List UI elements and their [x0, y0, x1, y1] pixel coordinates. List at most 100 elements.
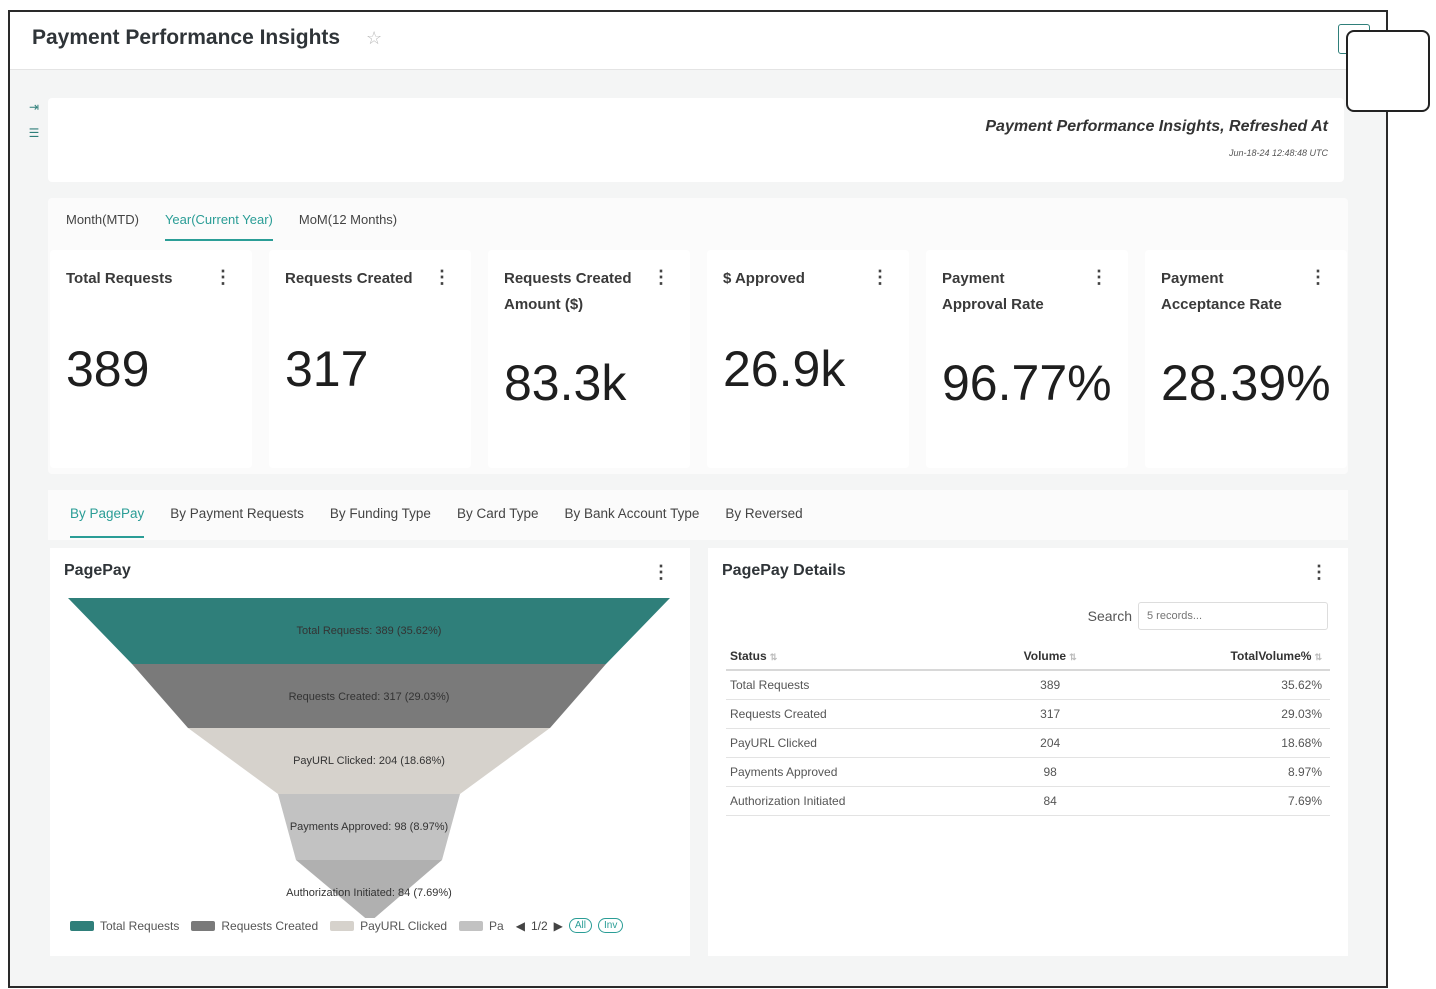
- kpi-label: Requests Created: [285, 270, 413, 287]
- column-header-label: TotalVolume%: [1230, 648, 1312, 663]
- kpi-label: $ Approved: [723, 270, 805, 287]
- cell-status: PayURL Clicked: [726, 728, 992, 758]
- cell-total-volume: 7.69%: [1109, 786, 1330, 816]
- cell-volume: 317: [991, 699, 1110, 729]
- kpi-value: 28.39%: [1161, 355, 1331, 411]
- kpi-card-requests-created: Requests Created ⋮ 317: [269, 250, 471, 468]
- details-table: Status ⇅ Volume ⇅ TotalVolume% ⇅ Total Requ…: [726, 642, 1330, 816]
- table-row[interactable]: Requests Created 317 29.03%: [726, 699, 1330, 729]
- column-header-label: Volume: [1023, 648, 1067, 663]
- column-header-total-volume[interactable]: TotalVolume% ⇅: [1109, 642, 1330, 671]
- cell-volume: 98: [991, 757, 1110, 787]
- tab-by-payment-requests[interactable]: By Payment Requests: [170, 506, 304, 538]
- chevron-left-icon[interactable]: ◀: [516, 919, 525, 933]
- details-title: PagePay Details: [722, 562, 846, 579]
- period-tabs: Month(MTD) Year(Current Year) MoM(12 Mon…: [66, 212, 397, 241]
- legend-label: Total Requests: [100, 918, 180, 933]
- search-label: Search: [1087, 608, 1132, 624]
- search-input[interactable]: [1138, 602, 1328, 630]
- legend-item-requests-created[interactable]: Requests Created: [191, 919, 318, 933]
- kebab-menu-icon[interactable]: ⋮: [871, 268, 889, 286]
- legend-all-button[interactable]: All: [568, 918, 593, 933]
- funnel-panel: PagePay ⋮ Total Requests: 389 (35.62%) R…: [50, 548, 690, 956]
- legend-pagination: ◀ 1/2 ▶ All Inv: [516, 918, 624, 933]
- kpi-label: Payment Approval Rate: [942, 270, 1044, 313]
- legend-item-total-requests[interactable]: Total Requests: [70, 919, 179, 933]
- table-header-row: Status ⇅ Volume ⇅ TotalVolume% ⇅: [726, 642, 1330, 671]
- legend-label: Pa: [489, 918, 504, 933]
- page-title: Payment Performance Insights: [32, 26, 341, 49]
- kpi-section: Month(MTD) Year(Current Year) MoM(12 Mon…: [48, 198, 1348, 474]
- details-panel: PagePay Details ⋮ Search Status⇅ Volume⇅…: [708, 548, 1348, 956]
- kebab-menu-icon[interactable]: ⋮: [433, 268, 451, 286]
- funnel-legend: Total Requests Requests Created PayURL C…: [70, 918, 624, 933]
- tab-by-pagepay[interactable]: By PagePay: [70, 506, 145, 538]
- kpi-value: 83.3k: [504, 355, 627, 411]
- funnel-label-requests-created: Requests Created: 317 (29.03%): [289, 691, 450, 703]
- sort-icon[interactable]: ⇅: [1314, 652, 1322, 662]
- sort-icon[interactable]: ⇅: [1069, 652, 1077, 662]
- column-header-volume[interactable]: Volume ⇅: [991, 642, 1110, 671]
- kpi-card-dollar-approved: $ Approved ⋮ 26.9k: [707, 250, 909, 468]
- kebab-menu-icon[interactable]: ⋮: [1309, 268, 1327, 286]
- table-row[interactable]: Authorization Initiated 84 7.69%: [726, 786, 1330, 816]
- legend-invert-button[interactable]: Inv: [598, 918, 624, 933]
- kebab-menu-icon[interactable]: ⋮: [214, 268, 232, 286]
- kebab-menu-icon[interactable]: ⋮: [652, 268, 670, 286]
- search-row: Search: [1088, 602, 1328, 630]
- kpi-value: 96.77%: [942, 355, 1112, 411]
- filter-icon[interactable]: ☰: [24, 126, 44, 140]
- collapse-panel-icon[interactable]: ⇥: [24, 100, 44, 114]
- dashboard-window: Payment Performance Insights ☆ → ⇥ ☰ Pay…: [8, 10, 1388, 988]
- kpi-card-payment-approval-rate: Payment Approval Rate ⋮ 96.77%: [926, 250, 1128, 468]
- cell-total-volume: 35.62%: [1109, 670, 1330, 700]
- chevron-right-icon[interactable]: ▶: [554, 919, 563, 933]
- tab-by-card-type[interactable]: By Card Type: [457, 506, 539, 538]
- kebab-menu-icon[interactable]: ⋮: [652, 562, 670, 583]
- legend-swatch: [191, 920, 216, 931]
- star-icon[interactable]: ☆: [366, 28, 382, 49]
- column-header-status[interactable]: Status ⇅: [726, 642, 992, 671]
- tab-mom-12-months[interactable]: MoM(12 Months): [299, 212, 397, 241]
- kpi-label: Payment Acceptance Rate: [1161, 270, 1282, 313]
- kebab-menu-icon[interactable]: ⋮: [1090, 268, 1108, 286]
- sort-icon[interactable]: ⇅: [770, 652, 778, 662]
- legend-label: PayURL Clicked: [360, 918, 448, 933]
- cell-total-volume: 29.03%: [1109, 699, 1330, 729]
- cell-total-volume: 8.97%: [1109, 757, 1330, 787]
- cell-volume: 204: [991, 728, 1110, 758]
- cell-status: Authorization Initiated: [726, 786, 992, 816]
- kebab-menu-icon[interactable]: ⋮: [1310, 562, 1328, 583]
- tab-by-reversed[interactable]: By Reversed: [725, 506, 802, 538]
- tab-by-bank-account-type[interactable]: By Bank Account Type: [565, 506, 700, 538]
- table-row[interactable]: Payments Approved 98 8.97%: [726, 757, 1330, 787]
- cell-status: Total Requests: [726, 670, 992, 700]
- funnel-label-payurl-clicked: PayURL Clicked: 204 (18.68%): [293, 755, 445, 767]
- funnel-title: PagePay: [64, 562, 131, 579]
- cell-status: Payments Approved: [726, 757, 992, 787]
- header-bar: Payment Performance Insights ☆ →: [10, 12, 1386, 70]
- tab-month-mtd[interactable]: Month(MTD): [66, 212, 139, 241]
- funnel-label-authorization-initiated: Authorization Initiated: 84 (7.69%): [286, 887, 452, 899]
- overlay-box: [1346, 30, 1430, 112]
- table-row[interactable]: Total Requests 389 35.62%: [726, 670, 1330, 700]
- legend-item-payurl-clicked[interactable]: PayURL Clicked: [330, 919, 447, 933]
- legend-label: Requests Created: [221, 918, 319, 933]
- kpi-label: Requests Created Amount ($): [504, 270, 632, 313]
- tab-year-current[interactable]: Year(Current Year): [164, 212, 273, 241]
- detail-tabs: By PagePay By Payment Requests By Fundin…: [48, 490, 1348, 540]
- cell-total-volume: 18.68%: [1109, 728, 1330, 758]
- refresh-timestamp: Jun-18-24 12:48:48 UTC: [1228, 148, 1328, 158]
- side-toolbar: ⇥ ☰: [24, 100, 44, 152]
- table-row[interactable]: PayURL Clicked 204 18.68%: [726, 728, 1330, 758]
- refresh-panel: Payment Performance Insights, Refreshed …: [48, 98, 1344, 182]
- kpi-value: 26.9k: [723, 341, 846, 397]
- kpi-value: 389: [66, 341, 150, 397]
- kpi-card-payment-acceptance-rate: Payment Acceptance Rate ⋮ 28.39%: [1145, 250, 1347, 468]
- legend-swatch: [330, 920, 355, 931]
- legend-item-payments-approved[interactable]: Pa: [459, 919, 504, 933]
- detail-section: By PagePay By Payment Requests By Fundin…: [48, 490, 1348, 960]
- funnel-label-payments-approved: Payments Approved: 98 (8.97%): [290, 821, 448, 833]
- legend-swatch: [459, 920, 484, 931]
- tab-by-funding-type[interactable]: By Funding Type: [330, 506, 431, 538]
